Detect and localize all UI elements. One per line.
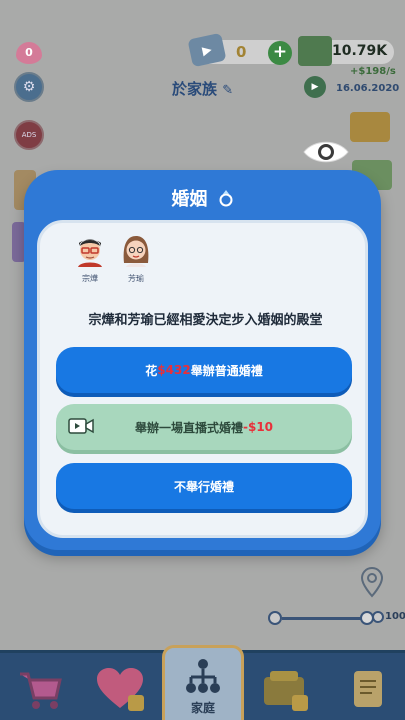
- family-name-text: 於家族: [172, 80, 218, 98]
- nav-family-label: 家庭: [190, 701, 215, 715]
- dialog-body: 宗燁 芳瑜 宗燁和芳瑜已經相愛決定步入婚姻的殿堂 花 $432 舉辦普通婚禮 舉…: [37, 220, 368, 538]
- nav-love[interactable]: [92, 661, 148, 717]
- partner-a-name: 宗燁: [82, 274, 98, 283]
- zoom-slider[interactable]: 100: [268, 610, 405, 626]
- avatar-partner-b: 芳瑜: [116, 233, 156, 284]
- marriage-dialog: 婚姻 宗燁 芳瑜 宗燁和芳瑜已經相愛決定步入婚姻的殿堂 花 $432 舉辦普通婚…: [24, 170, 381, 550]
- bottom-navigation: 家庭: [0, 645, 405, 720]
- add-tickets-button[interactable]: +: [268, 41, 292, 65]
- live-wedding-label: 舉辦一場直播式婚禮: [134, 420, 243, 435]
- nav-quests[interactable]: [340, 661, 396, 717]
- family-name[interactable]: 於家族 ✎: [172, 78, 233, 99]
- nav-shop[interactable]: [12, 661, 68, 717]
- skip-wedding-label: 不舉行婚禮: [173, 479, 234, 494]
- skip-wedding-button[interactable]: 不舉行婚禮: [56, 463, 352, 509]
- nav-family[interactable]: 家庭: [162, 645, 244, 720]
- video-camera-icon: [68, 418, 94, 434]
- zoom-out-button[interactable]: [268, 611, 282, 625]
- tickets-count: 0: [236, 43, 247, 61]
- edit-pencil-icon[interactable]: ✎: [222, 83, 233, 98]
- cash-value: 10.79K: [332, 43, 388, 59]
- lock-icon: [128, 695, 144, 711]
- live-wedding-button[interactable]: 舉辦一場直播式婚禮 -$10: [56, 404, 352, 450]
- game-date: 16.06.2020: [336, 83, 400, 94]
- normal-wedding-price: $432: [157, 363, 191, 377]
- no-ads-label: ADS: [21, 131, 37, 139]
- zoom-in-button[interactable]: [372, 611, 384, 623]
- hearts-counter[interactable]: 0: [16, 42, 42, 64]
- income-rate: +$198/s: [350, 66, 396, 77]
- shop-icon[interactable]: [350, 112, 390, 142]
- live-wedding-price: -$10: [242, 420, 274, 434]
- female-avatar-icon: [123, 236, 149, 267]
- location-pin-icon[interactable]: [360, 566, 384, 600]
- normal-wedding-button[interactable]: 花 $432 舉辦普通婚禮: [56, 347, 352, 393]
- male-avatar-icon: [78, 239, 102, 267]
- family-tree-icon: [186, 659, 220, 693]
- ring-icon: [219, 190, 233, 207]
- nav-money[interactable]: [256, 661, 312, 717]
- dialog-title: 婚姻: [24, 185, 381, 211]
- partner-b-name: 芳瑜: [128, 274, 144, 283]
- lock-icon: [292, 695, 308, 711]
- no-ads-button[interactable]: ADS: [14, 120, 44, 150]
- zoom-value: 100: [385, 611, 405, 622]
- avatar-partner-a: 宗燁: [70, 233, 110, 284]
- dialog-title-text: 婚姻: [171, 189, 208, 210]
- eye-icon[interactable]: [302, 137, 350, 167]
- normal-wedding-label: 舉辦普通婚禮: [190, 363, 263, 378]
- play-speed-button[interactable]: ▶: [304, 76, 326, 98]
- normal-wedding-prefix: 花: [145, 363, 158, 378]
- scroll-icon: [354, 671, 382, 707]
- shopping-cart-icon: [20, 672, 62, 709]
- marriage-story-text: 宗燁和芳瑜已經相愛決定步入婚姻的殿堂: [88, 313, 323, 328]
- top-bar: 0 ⚙ ▶ 0 + 10.79K +$198/s ▶ 16.06.2020 於家…: [0, 0, 405, 110]
- cash-stack-icon: [298, 36, 332, 66]
- settings-gear-icon[interactable]: ⚙: [14, 72, 44, 102]
